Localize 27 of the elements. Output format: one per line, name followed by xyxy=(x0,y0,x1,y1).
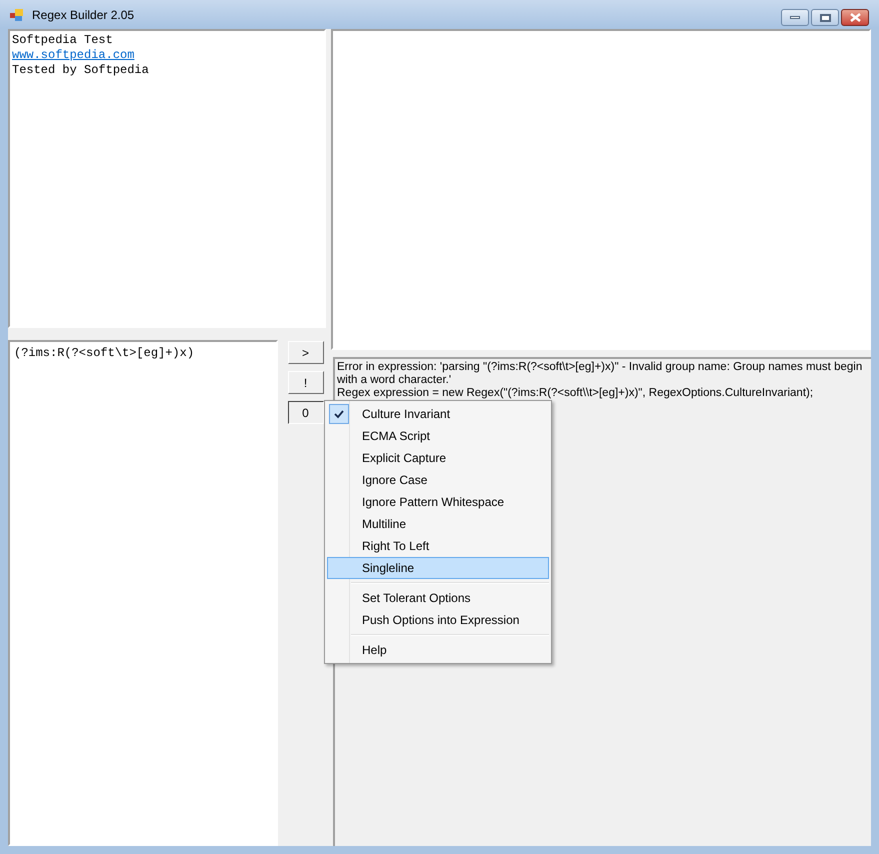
close-icon xyxy=(850,13,860,22)
text-line: Tested by Softpedia xyxy=(12,63,150,78)
menu-item[interactable]: Explicit Capture xyxy=(327,447,549,469)
output-text: Regex expression = new Regex("(?ims:R(?<soft\\t>[eg]+)x)", RegexOptions.CultureInvariant); xyxy=(337,387,814,400)
input-text-area[interactable]: Softpedia Test www.softpedia.com Tested by Softpedia xyxy=(8,29,326,328)
menu-item[interactable]: Right To Left xyxy=(327,535,549,557)
action-button[interactable]: ! xyxy=(288,371,324,394)
menu-item[interactable]: Set Tolerant Options xyxy=(327,587,549,609)
menu-item[interactable]: Culture Invariant xyxy=(327,403,549,425)
window-title: Regex Builder 2.05 xyxy=(32,6,134,24)
menu-item[interactable]: Push Options into Expression xyxy=(327,609,549,631)
minimize-button[interactable] xyxy=(781,9,809,26)
menu-item[interactable]: Ignore Case xyxy=(327,469,549,491)
link[interactable]: www.softpedia.com xyxy=(12,48,134,62)
menu-item[interactable]: Singleline xyxy=(327,557,549,579)
app-icon xyxy=(10,8,24,22)
action-button[interactable]: 0 xyxy=(288,401,324,424)
menu-item[interactable]: ECMA Script xyxy=(327,425,549,447)
output-text: Error in expression: 'parsing "(?ims:R(?<soft\t>[eg]+)x)" - Invalid group name: Group names must begin with a word character.' xyxy=(337,361,864,387)
menu-item[interactable]: Ignore Pattern Whitespace xyxy=(327,491,549,513)
menu-item[interactable]: Multiline xyxy=(327,513,549,535)
action-button[interactable]: > xyxy=(288,341,324,364)
pattern-text-area[interactable]: (?ims:R(?<soft\t>[eg]+)x) xyxy=(8,340,278,846)
maximize-button[interactable] xyxy=(811,9,839,26)
close-button[interactable] xyxy=(841,9,869,26)
menu-item[interactable]: Help xyxy=(327,639,549,661)
text-line: Softpedia Test xyxy=(12,33,114,48)
